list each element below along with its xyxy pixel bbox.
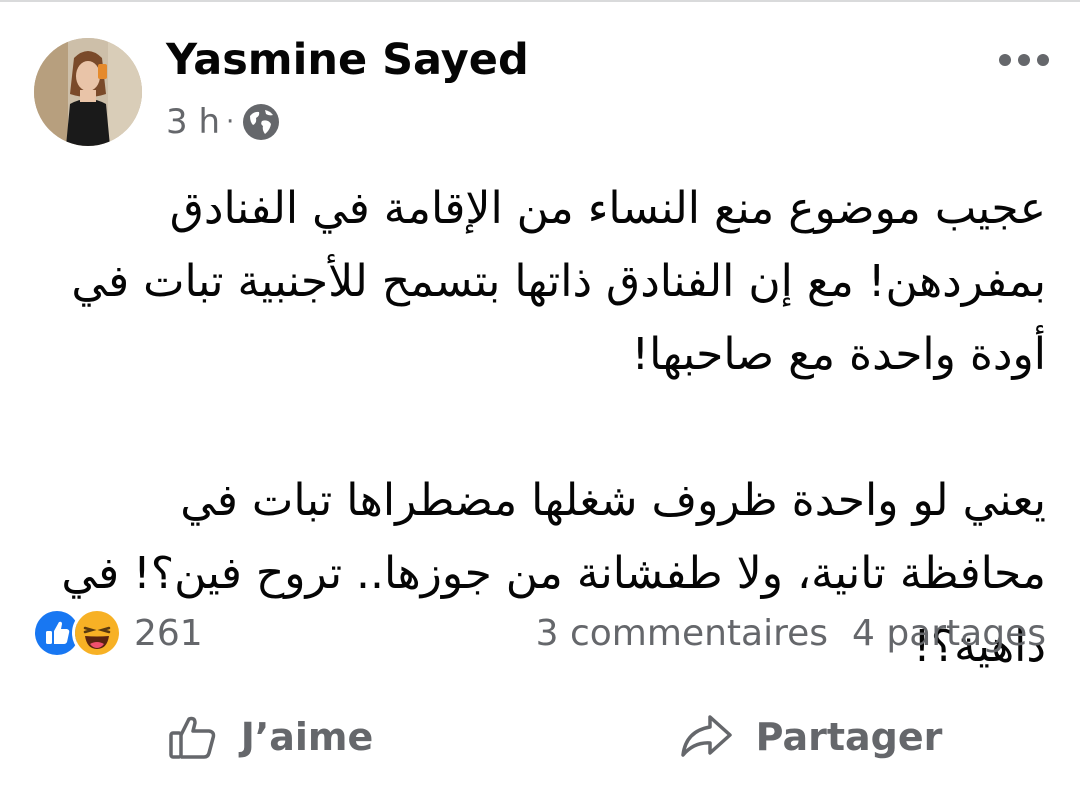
thumbs-up-icon — [168, 716, 215, 759]
shares-count[interactable]: 4 partages — [852, 613, 1046, 654]
reactions-summary[interactable]: 261 — [32, 607, 203, 659]
comments-count[interactable]: 3 commentaires — [536, 613, 828, 654]
like-button[interactable]: J’aime — [0, 692, 540, 782]
action-bar: J’aime Partager — [0, 692, 1080, 782]
like-label: J’aime — [240, 715, 374, 759]
post-meta: 3 h · — [166, 98, 280, 146]
haha-icon — [72, 608, 122, 658]
avatar-photo — [34, 38, 142, 146]
post-time[interactable]: 3 h — [166, 102, 220, 142]
avatar[interactable] — [34, 38, 142, 146]
post-paragraph: عجيب موضوع منع النساء من الإقامة في الفن… — [71, 183, 1046, 380]
globe-icon[interactable] — [242, 103, 280, 141]
more-options-button[interactable] — [994, 38, 1054, 82]
share-button[interactable]: Partager — [540, 692, 1080, 782]
more-dots-icon — [999, 54, 1049, 66]
reaction-count: 261 — [134, 612, 203, 654]
share-arrow-icon — [680, 715, 732, 757]
facebook-post: Yasmine Sayed 3 h · عجيب موضوع منع النسا… — [0, 0, 1080, 795]
meta-separator: · — [226, 107, 235, 137]
share-label: Partager — [755, 715, 943, 759]
author-name[interactable]: Yasmine Sayed — [166, 30, 529, 90]
post-stats: 3 commentaires 4 partages — [536, 607, 1046, 659]
